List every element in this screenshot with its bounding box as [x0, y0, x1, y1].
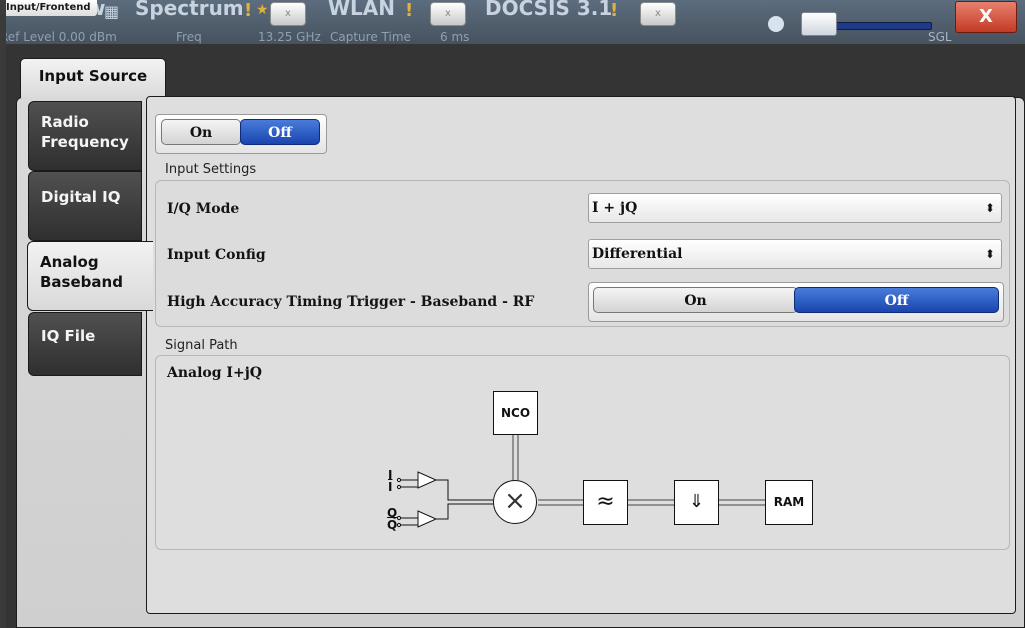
breadcrumb: Input/Frontend	[0, 0, 97, 16]
side-tab-digital-iq[interactable]: Digital IQ	[28, 171, 142, 241]
close-wlan-tab-button[interactable]: x	[430, 2, 466, 26]
input-config-value: Differential	[592, 246, 683, 262]
input-q-bar-label: Q	[387, 518, 398, 532]
state-off-button[interactable]: Off	[240, 119, 320, 145]
sgl-indicator: SGL	[928, 30, 952, 44]
tab-spectrum[interactable]: Spectrum	[135, 0, 244, 20]
timing-trigger-off-button[interactable]: Off	[794, 287, 999, 313]
transparency-slider[interactable]	[835, 22, 932, 30]
decimator-block: ⇓	[674, 480, 719, 525]
state-on-button[interactable]: On	[161, 119, 241, 145]
warning-icon: !	[405, 0, 414, 21]
side-tab-radio-frequency[interactable]: Radio Frequency	[28, 101, 142, 171]
warning-icon: !	[244, 0, 253, 21]
freq-label: Freq	[176, 30, 202, 44]
mixer-block: ×	[493, 480, 537, 524]
capture-value: 6 ms	[440, 30, 470, 44]
freq-value: 13.25 GHz	[258, 30, 321, 44]
input-config-label: Input Config	[167, 247, 266, 263]
tab-wlan[interactable]: WLAN	[328, 0, 395, 20]
nco-block: NCO	[493, 391, 538, 435]
side-tab-analog-baseband[interactable]: Analog Baseband	[27, 241, 153, 311]
filter-block: ≈	[583, 480, 628, 525]
tab-input-source[interactable]: Input Source	[20, 58, 166, 98]
capture-label: Capture Time	[330, 30, 411, 44]
iq-mode-select[interactable]: I + jQ ⬍	[588, 193, 1002, 223]
state-toggle: On Off	[155, 114, 327, 154]
input-settings-title: Input Settings	[165, 162, 257, 177]
star-icon: ★	[256, 2, 269, 18]
close-docsis-tab-button[interactable]: x	[640, 2, 676, 26]
ref-level-text: Ref Level 0.00 dBm	[0, 30, 117, 44]
side-tab-iq-file[interactable]: IQ File	[28, 312, 142, 376]
tab-docsis[interactable]: DOCSIS 3.1	[485, 0, 612, 20]
timing-trigger-label: High Accuracy Timing Trigger - Baseband …	[167, 294, 535, 310]
warning-icon: !	[610, 0, 619, 21]
input-i-bar-label: I	[388, 480, 393, 494]
transparency-slider-thumb[interactable]	[801, 12, 837, 36]
signal-path-diagram: Analog I+jQ NCO × ≈ ⇓ RAM I I Q Q	[155, 355, 1010, 550]
grid-icon: ▦	[104, 2, 120, 21]
select-arrow-icon: ⬍	[984, 201, 995, 215]
ram-block: RAM	[765, 480, 813, 525]
iq-mode-value: I + jQ	[592, 200, 638, 216]
timing-trigger-toggle: On Off	[588, 282, 1004, 322]
close-spectrum-tab-button[interactable]: x	[270, 2, 306, 26]
select-arrow-icon: ⬍	[984, 247, 995, 261]
timing-trigger-on-button[interactable]: On	[593, 287, 798, 313]
iq-mode-label: I/Q Mode	[167, 201, 240, 217]
close-dialog-button[interactable]: X	[955, 1, 1017, 33]
status-icon	[768, 16, 784, 32]
app-title-bar: MultiView ▦ Spectrum ! ★ x WLAN ! x DOCS…	[0, 0, 1025, 44]
input-config-select[interactable]: Differential ⬍	[588, 239, 1002, 269]
signal-path-title: Signal Path	[165, 338, 238, 353]
